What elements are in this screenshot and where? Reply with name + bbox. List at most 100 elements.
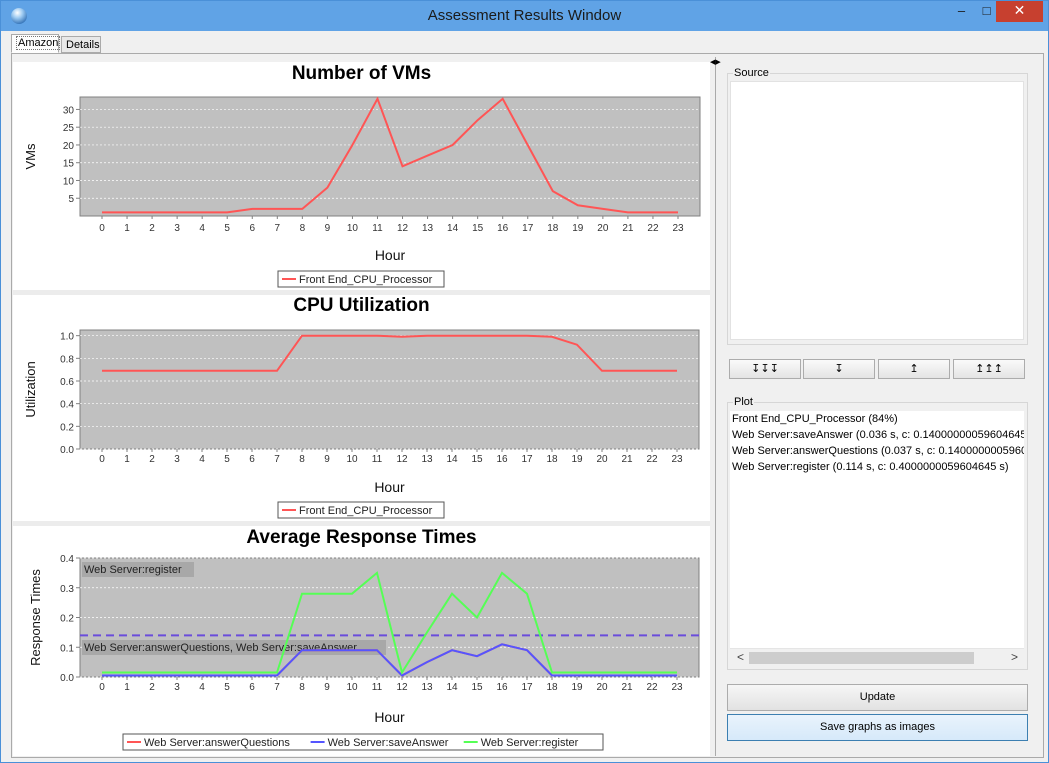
x-tick-label: 7 bbox=[274, 682, 280, 693]
charts-panel[interactable]: Number of VMs 5 10 15 20 25 30 0 1 2 3 4 5 6 7 8 9 10 11 1… bbox=[13, 62, 710, 756]
legend-label: Web Server:register bbox=[481, 737, 579, 749]
y-axis-label: VMs bbox=[23, 143, 38, 170]
y-tick-label: 0.3 bbox=[60, 584, 74, 595]
x-tick-label: 20 bbox=[597, 223, 609, 234]
x-tick-label: 0 bbox=[99, 223, 105, 234]
x-tick-label: 9 bbox=[324, 682, 330, 693]
plot-horizontal-scrollbar[interactable]: < > bbox=[730, 648, 1024, 666]
x-tick-label: 23 bbox=[671, 454, 683, 465]
tab-amazon[interactable]: Amazon bbox=[11, 34, 61, 53]
x-tick-label: 9 bbox=[325, 223, 331, 234]
x-tick-label: 6 bbox=[249, 223, 255, 234]
scroll-left-icon[interactable]: < bbox=[737, 650, 744, 664]
tab-details[interactable]: Details bbox=[61, 36, 101, 53]
x-tick-label: 6 bbox=[249, 682, 255, 693]
x-tick-label: 12 bbox=[397, 223, 409, 234]
x-tick-label: 0 bbox=[99, 454, 105, 465]
plot-list-item[interactable]: Front End_CPU_Processor (84%) bbox=[732, 413, 898, 425]
plot-list-item[interactable]: Web Server:saveAnswer (0.036 s, c: 0.140… bbox=[732, 429, 1024, 441]
y-axis-label: Utilization bbox=[23, 361, 38, 417]
plot-list[interactable]: Front End_CPU_Processor (84%) Web Server… bbox=[730, 411, 1024, 648]
move-up-button[interactable]: ↥ bbox=[878, 359, 950, 379]
move-to-bottom-button[interactable]: ↧↧↧ bbox=[729, 359, 801, 379]
x-tick-label: 2 bbox=[149, 223, 155, 234]
x-tick-label: 8 bbox=[300, 223, 306, 234]
plot-list-item[interactable]: Web Server:answerQuestions (0.037 s, c: … bbox=[732, 445, 1024, 457]
x-tick-label: 14 bbox=[446, 682, 458, 693]
y-tick-label: 1.0 bbox=[60, 332, 74, 343]
x-tick-label: 4 bbox=[199, 223, 205, 234]
minimize-button[interactable]: – bbox=[948, 1, 975, 22]
split-divider[interactable] bbox=[710, 57, 716, 756]
y-tick-label: 10 bbox=[63, 176, 75, 187]
y-tick-label: 5 bbox=[68, 194, 74, 205]
vms-chart-svg: 510152025300 1 2 3 4 5 6 7 8 9 10 11 12 13 14 15 16 17 18 1… bbox=[23, 96, 701, 288]
x-axis-label: Hour bbox=[374, 479, 405, 495]
plot-label: Plot bbox=[733, 396, 754, 408]
title-bar[interactable]: Assessment Results Window – □ ✕ bbox=[1, 1, 1048, 31]
x-tick-label: 16 bbox=[496, 682, 508, 693]
x-tick-label: 5 bbox=[224, 223, 230, 234]
y-tick-label: 20 bbox=[63, 141, 75, 152]
x-tick-label: 2 bbox=[149, 682, 155, 693]
save-graphs-button[interactable]: Save graphs as images bbox=[727, 714, 1028, 741]
x-tick-label: 21 bbox=[621, 454, 633, 465]
x-tick-label: 18 bbox=[546, 682, 558, 693]
move-to-top-button[interactable]: ↥↥↥ bbox=[953, 359, 1025, 379]
scroll-right-icon[interactable]: > bbox=[1011, 650, 1018, 664]
y-tick-label: 0.0 bbox=[60, 673, 74, 684]
legend-label: Front End_CPU_Processor bbox=[299, 505, 433, 517]
x-tick-label: 1 bbox=[124, 454, 130, 465]
x-tick-label: 16 bbox=[496, 454, 508, 465]
y-tick-label: 0.0 bbox=[60, 445, 74, 456]
chart-response-times: 0.0 0.1 0.2 0.3 0.4 0 1 2 3 4 5 6 7 8 9 10 11 12 13 14 15 16 1… bbox=[13, 526, 710, 756]
x-tick-label: 14 bbox=[446, 454, 458, 465]
y-tick-label: 0.4 bbox=[60, 400, 74, 411]
x-tick-label: 20 bbox=[596, 682, 608, 693]
x-tick-label: 22 bbox=[646, 682, 658, 693]
plot-list-item[interactable]: Web Server:register (0.114 s, c: 0.40000… bbox=[732, 461, 1009, 473]
x-tick-label: 8 bbox=[299, 454, 305, 465]
y-tick-label: 15 bbox=[63, 159, 75, 170]
legend-label: Front End_CPU_Processor bbox=[299, 274, 433, 286]
x-tick-label: 1 bbox=[124, 682, 130, 693]
x-tick-label: 4 bbox=[199, 682, 205, 693]
chart-cpu: 0.0 0.2 0.4 0.6 0.8 1.0 0 1 2 3 4 5 6 7 8 9 10 11 12 13 14 15… bbox=[13, 294, 710, 522]
annotation-label: Web Server:register bbox=[84, 564, 182, 576]
y-axis-label: Response Times bbox=[28, 569, 43, 666]
x-tick-label: 16 bbox=[497, 223, 509, 234]
chart-vms: 5 10 15 20 25 30 0 1 2 3 4 5 6 7 8 9 10 11 12 13 14 15 16 17 18 1… bbox=[13, 62, 710, 292]
y-tick-label: 0.1 bbox=[60, 643, 74, 654]
source-label: Source bbox=[733, 67, 770, 79]
x-tick-label: 2 bbox=[149, 454, 155, 465]
move-down-button[interactable]: ↧ bbox=[803, 359, 875, 379]
x-tick-label: 22 bbox=[646, 454, 658, 465]
x-tick-label: 11 bbox=[372, 223, 383, 234]
x-tick-label: 17 bbox=[521, 682, 533, 693]
x-tick-label: 12 bbox=[396, 682, 408, 693]
response-chart-svg: 0.00.10.20.30.40 1 2 3 4 5 6 7 8 9 10 11 12 13 14 15 16 1… bbox=[28, 554, 700, 751]
assessment-results-window: Assessment Results Window – □ ✕ Amazon D… bbox=[0, 0, 1049, 763]
close-button[interactable]: ✕ bbox=[996, 1, 1043, 22]
tab-label: Amazon bbox=[16, 36, 61, 50]
update-button[interactable]: Update bbox=[727, 684, 1028, 711]
x-tick-label: 13 bbox=[422, 223, 434, 234]
x-tick-label: 21 bbox=[622, 223, 634, 234]
x-tick-label: 10 bbox=[346, 682, 358, 693]
x-axis-label: Hour bbox=[374, 709, 405, 725]
source-area[interactable] bbox=[730, 81, 1024, 340]
y-tick-label: 0.8 bbox=[60, 354, 74, 365]
scrollbar-thumb[interactable] bbox=[749, 652, 974, 664]
x-tick-label: 23 bbox=[671, 682, 683, 693]
x-tick-label: 19 bbox=[571, 454, 583, 465]
x-tick-label: 19 bbox=[571, 682, 583, 693]
x-tick-label: 0 bbox=[99, 682, 105, 693]
x-tick-label: 3 bbox=[174, 454, 180, 465]
x-tick-label: 4 bbox=[199, 454, 205, 465]
x-axis-label: Hour bbox=[375, 247, 406, 263]
x-tick-label: 14 bbox=[447, 223, 459, 234]
window-title: Assessment Results Window bbox=[427, 7, 622, 24]
x-tick-label: 5 bbox=[224, 454, 230, 465]
x-tick-label: 10 bbox=[347, 223, 359, 234]
divider-arrow-icon[interactable]: ◀▶ bbox=[710, 58, 721, 66]
